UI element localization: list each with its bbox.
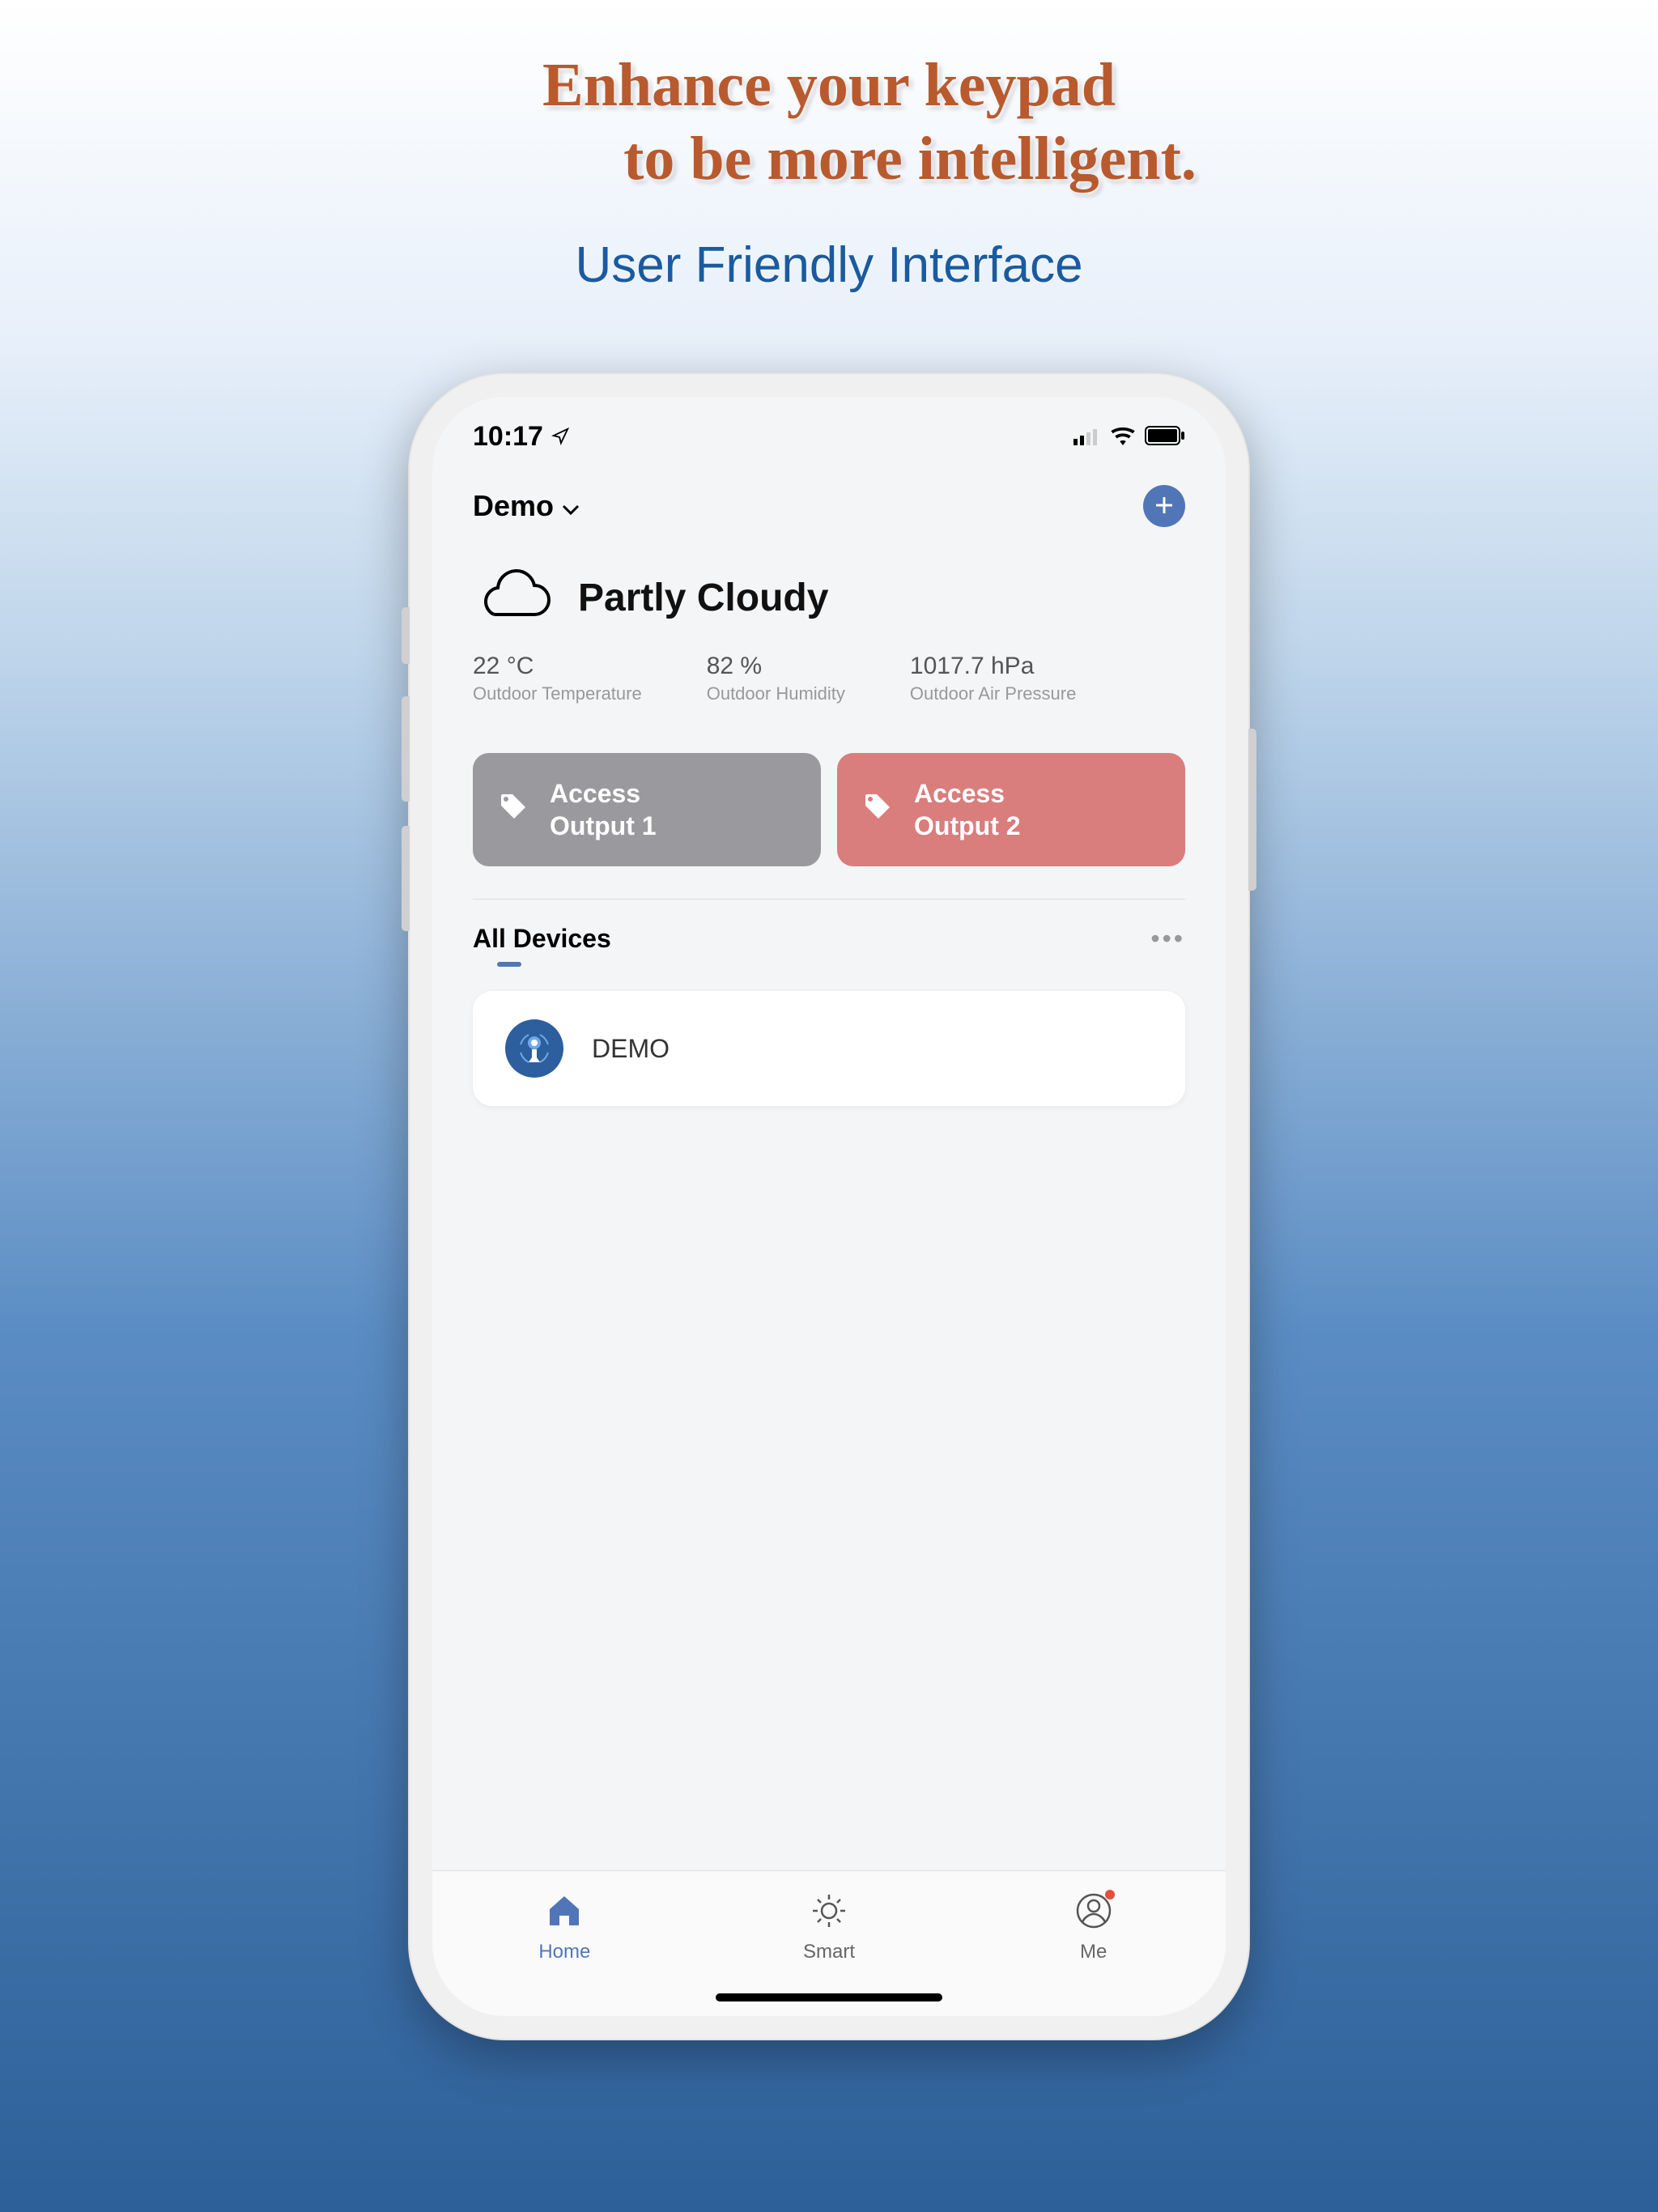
headline-line2: to be more intelligent.	[0, 122, 1658, 196]
weather-stat-humidity: 82 % Outdoor Humidity	[707, 653, 845, 704]
devices-menu-button[interactable]: •••	[1150, 924, 1185, 954]
subheadline: User Friendly Interface	[0, 236, 1658, 294]
wifi-icon	[1111, 421, 1135, 453]
nav-label: Me	[1080, 1941, 1107, 1963]
nav-me[interactable]: Me	[961, 1871, 1226, 2016]
device-name: DEMO	[592, 1034, 670, 1064]
add-button[interactable]	[1143, 485, 1185, 527]
nav-home[interactable]: Home	[432, 1871, 697, 2016]
phone-side-button	[402, 607, 410, 664]
phone-side-button	[1248, 729, 1256, 891]
nav-label: Smart	[803, 1941, 855, 1963]
phone-side-button	[402, 826, 410, 931]
plus-icon	[1153, 488, 1175, 525]
notification-dot	[1105, 1890, 1115, 1899]
access-output-1-button[interactable]: Access Output 1	[473, 753, 821, 866]
access-label-line1: Access	[914, 777, 1021, 810]
weather-condition: Partly Cloudy	[578, 576, 828, 620]
chevron-down-icon	[562, 489, 580, 523]
devices-header: All Devices •••	[432, 916, 1226, 954]
stat-label: Outdoor Air Pressure	[910, 683, 1076, 704]
status-time: 10:17	[473, 421, 543, 453]
stat-value: 22 °C	[473, 653, 642, 680]
headline-line1: Enhance your keypad	[0, 49, 1658, 122]
app-header: Demo	[432, 461, 1226, 551]
marketing-headline: Enhance your keypad to be more intellige…	[0, 0, 1658, 196]
phone-side-button	[402, 696, 410, 802]
weather-section: Partly Cloudy 22 °C Outdoor Temperature …	[432, 551, 1226, 729]
tag-icon	[497, 792, 529, 828]
stat-value: 1017.7 hPa	[910, 653, 1076, 680]
access-output-2-button[interactable]: Access Output 2	[837, 753, 1185, 866]
access-label-line2: Output 1	[550, 810, 657, 842]
stat-value: 82 %	[707, 653, 845, 680]
sun-icon	[810, 1891, 848, 1934]
bottom-nav: Home Smart Me	[432, 1870, 1226, 2016]
location-label: Demo	[473, 489, 554, 523]
cellular-signal-icon	[1073, 421, 1101, 453]
divider	[473, 899, 1185, 900]
access-label-line2: Output 2	[914, 810, 1021, 842]
nav-label: Home	[538, 1941, 590, 1963]
phone-screen: 10:17 Demo	[432, 397, 1226, 2016]
home-indicator[interactable]	[716, 1993, 942, 2001]
ellipsis-icon: •••	[1150, 924, 1185, 953]
battery-icon	[1145, 421, 1185, 453]
device-card[interactable]: DEMO	[473, 991, 1185, 1106]
tag-icon	[861, 792, 894, 828]
tab-indicator	[497, 962, 521, 967]
access-label-line1: Access	[550, 777, 657, 810]
user-icon	[1074, 1891, 1113, 1934]
devices-section-title[interactable]: All Devices	[473, 924, 611, 954]
phone-frame: 10:17 Demo	[408, 372, 1250, 2040]
weather-stat-pressure: 1017.7 hPa Outdoor Air Pressure	[910, 653, 1076, 704]
cloud-icon	[473, 568, 554, 628]
home-icon	[545, 1891, 584, 1934]
location-dropdown[interactable]: Demo	[473, 489, 580, 523]
location-services-icon	[551, 421, 569, 453]
weather-stat-temperature: 22 °C Outdoor Temperature	[473, 653, 642, 704]
access-buttons: Access Output 1 Access Output 2	[432, 729, 1226, 891]
stat-label: Outdoor Humidity	[707, 683, 845, 704]
status-bar: 10:17	[432, 397, 1226, 461]
stat-label: Outdoor Temperature	[473, 683, 642, 704]
device-icon	[505, 1019, 563, 1078]
